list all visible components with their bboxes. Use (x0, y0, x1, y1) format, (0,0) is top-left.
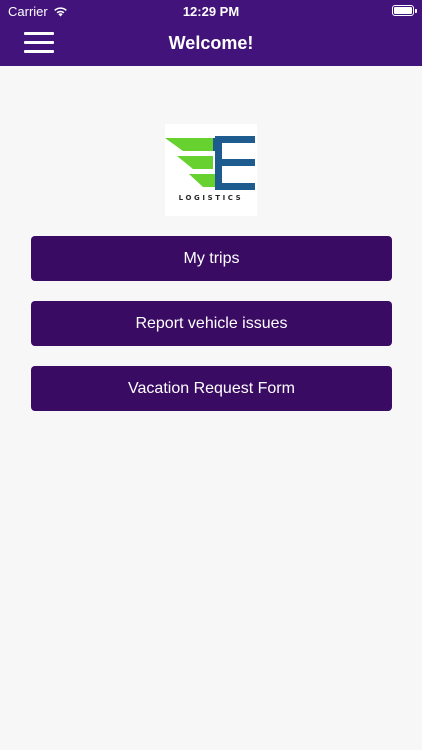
top-bar: Carrier 12:29 PM Welcome! (0, 0, 422, 66)
report-vehicle-issues-button[interactable]: Report vehicle issues (31, 301, 392, 346)
page-title: Welcome! (168, 33, 254, 53)
app-screen: Carrier 12:29 PM Welcome! LOGISTICS My t… (0, 0, 422, 750)
battery-icon (392, 5, 417, 16)
navigation-bar: Welcome! (0, 22, 422, 66)
my-trips-button[interactable]: My trips (31, 236, 392, 281)
battery-fill (394, 7, 412, 14)
logo-mark-icon (165, 136, 255, 190)
vacation-request-form-button[interactable]: Vacation Request Form (31, 366, 392, 411)
logo-text: LOGISTICS (178, 194, 244, 202)
status-bar: Carrier 12:29 PM (0, 0, 422, 22)
company-logo: LOGISTICS (165, 124, 257, 216)
status-time: 12:29 PM (182, 4, 240, 19)
